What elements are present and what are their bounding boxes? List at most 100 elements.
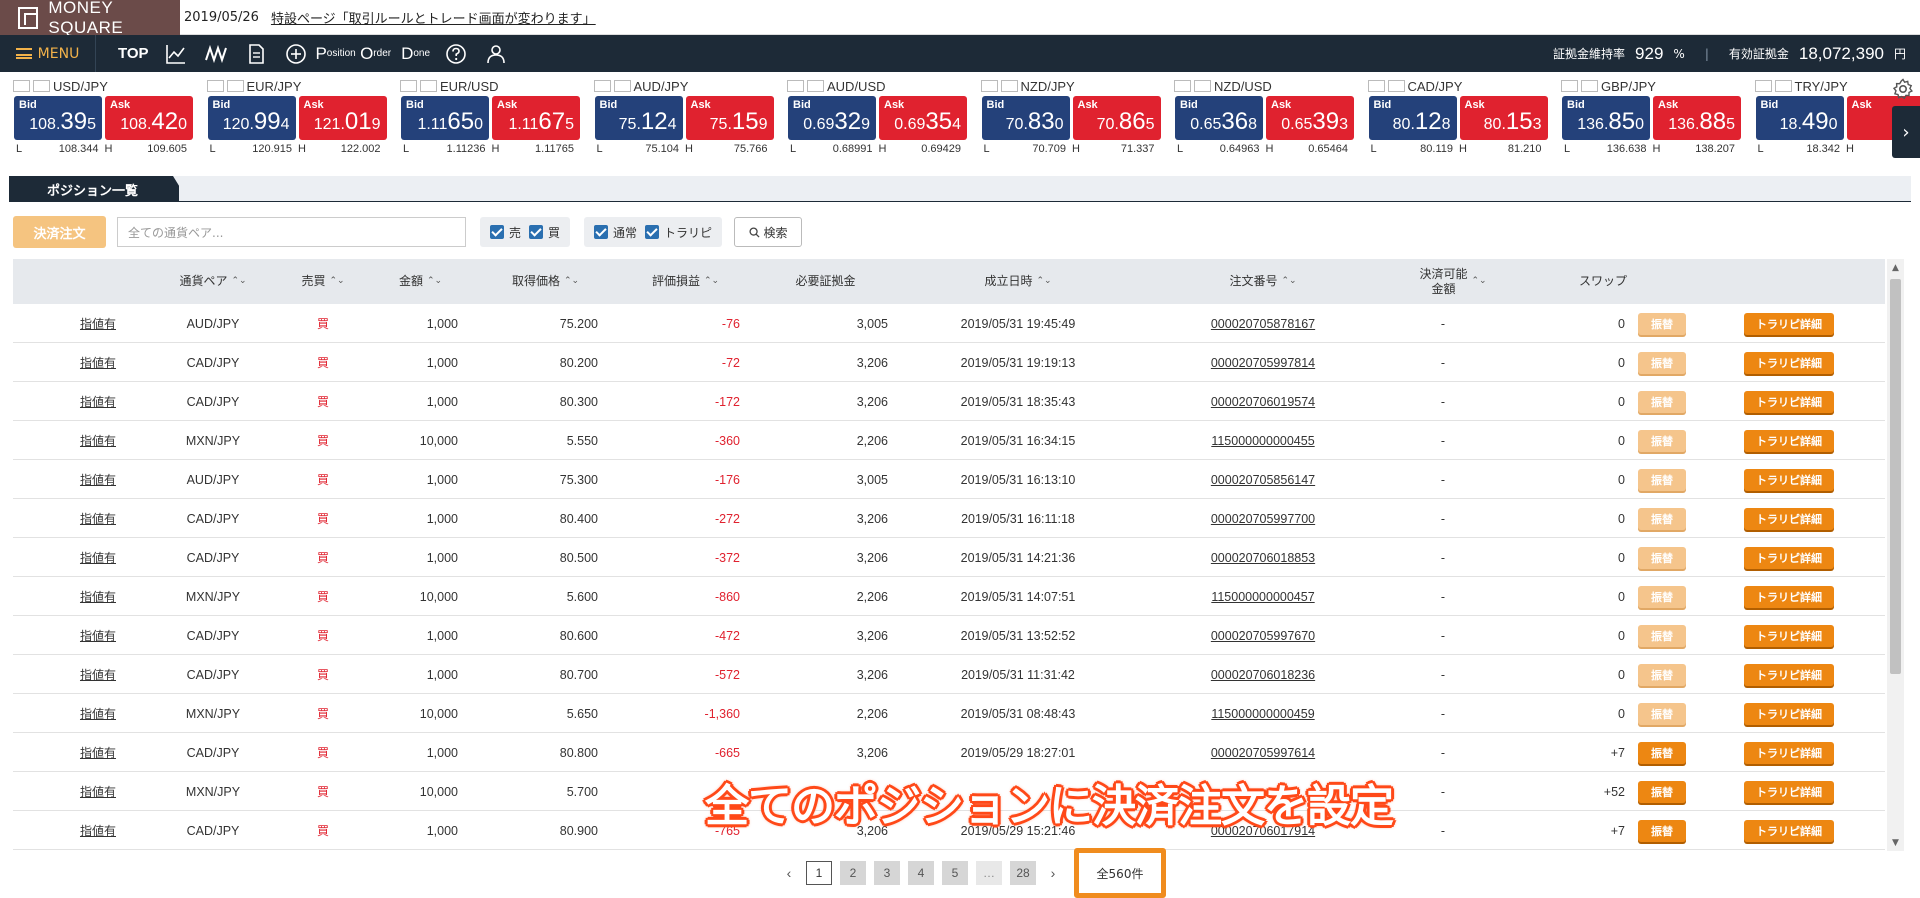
table-row[interactable]: 指値有 CAD/JPY 買 1,000 80.400 -272 3,206 2019/05/3… (13, 499, 1885, 538)
transfer-button[interactable]: 振替 (1638, 624, 1686, 647)
rate-card[interactable]: NZD/USD Bid 0.65368 Ask 0.65393 L 0.64963 H 0.65… (1161, 76, 1354, 160)
transfer-button[interactable]: 振替 (1638, 507, 1686, 530)
limit-link[interactable]: 指値有 (63, 694, 133, 733)
currency-pair-input[interactable]: 全ての通貨ペア... (117, 217, 466, 247)
rate-card[interactable]: CAD/JPY Bid 80.128 Ask 80.153 L 80.119 H 81.210 (1355, 76, 1548, 160)
order-number-link[interactable]: 000020706018853 (1163, 538, 1363, 577)
transfer-button[interactable]: 振替 (1638, 780, 1686, 803)
order-number-link[interactable]: 115000000000459 (1163, 694, 1363, 733)
bid-button[interactable]: Bid 70.830 (981, 96, 1070, 140)
table-scrollbar[interactable]: ▲ ▼ (1887, 259, 1904, 851)
rate-next-button[interactable]: › (1892, 106, 1920, 158)
transfer-button[interactable]: 振替 (1638, 429, 1686, 452)
col-pl[interactable]: 評価損益 ⌃⌄ (633, 259, 738, 304)
trap-detail-button[interactable]: トラリピ詳細 (1744, 429, 1834, 452)
table-row[interactable]: 指値有 CAD/JPY 買 1,000 80.300 -172 3,206 2019/05/3… (13, 382, 1885, 421)
rate-card[interactable]: AUD/JPY Bid 75.124 Ask 75.159 L 75.104 H 75.766 (581, 76, 774, 160)
trap-detail-button[interactable]: トラリピ詳細 (1744, 741, 1834, 764)
limit-link[interactable]: 指値有 (63, 304, 133, 343)
prev-page-icon[interactable]: ‹ (780, 861, 798, 885)
bid-button[interactable]: Bid 136.850 (1562, 96, 1650, 140)
transfer-button[interactable]: 振替 (1638, 546, 1686, 569)
rate-card[interactable]: USD/JPY Bid 108.395 Ask 108.420 L 108.344 H 109.… (0, 76, 193, 160)
page-button[interactable]: 4 (908, 861, 934, 885)
ask-button[interactable]: Ask 0.69354 (879, 96, 967, 140)
scroll-up-icon[interactable]: ▲ (1887, 259, 1904, 276)
limit-link[interactable]: 指値有 (63, 382, 133, 421)
page-button[interactable]: 3 (874, 861, 900, 885)
limit-link[interactable]: 指値有 (63, 577, 133, 616)
rate-card[interactable]: AUD/USD Bid 0.69329 Ask 0.69354 L 0.68991 H 0.69… (774, 76, 967, 160)
gear-icon[interactable] (1892, 78, 1914, 100)
transfer-button[interactable]: 振替 (1638, 819, 1686, 842)
ask-button[interactable]: Ask 80.153 (1459, 96, 1548, 140)
order-number-link[interactable]: 000020705997670 (1163, 616, 1363, 655)
order-number-link[interactable]: 000020705856147 (1163, 460, 1363, 499)
settle-order-button[interactable]: 決済注文 (13, 216, 106, 248)
table-row[interactable]: 指値有 CAD/JPY 買 1,000 80.500 -372 3,206 2019/05/3… (13, 538, 1885, 577)
user-icon[interactable] (483, 42, 509, 66)
col-side[interactable]: 売買 ⌃⌄ (293, 259, 353, 304)
limit-link[interactable]: 指値有 (63, 421, 133, 460)
table-row[interactable]: 指値有 AUD/JPY 買 1,000 75.200 -76 3,005 2019/05/31… (13, 304, 1885, 343)
transfer-button[interactable]: 振替 (1638, 585, 1686, 608)
done-icon[interactable]: Done (401, 42, 430, 66)
bid-button[interactable]: Bid 18.490 (1755, 96, 1844, 140)
help-icon[interactable] (443, 42, 469, 66)
trap-detail-button[interactable]: トラリピ詳細 (1744, 546, 1834, 569)
order-number-link[interactable]: 000020706018236 (1163, 655, 1363, 694)
order-number-link[interactable]: 115000000000455 (1163, 421, 1363, 460)
normal-checkbox[interactable]: 通常 (594, 224, 637, 241)
transfer-button[interactable]: 振替 (1638, 312, 1686, 335)
table-row[interactable]: 指値有 MXN/JPY 買 10,000 5.650 -1,360 2,206 2019/05… (13, 694, 1885, 733)
table-row[interactable]: 指値有 AUD/JPY 買 1,000 75.300 -176 3,005 2019/05/3… (13, 460, 1885, 499)
trap-detail-button[interactable]: トラリピ詳細 (1744, 312, 1834, 335)
limit-link[interactable]: 指値有 (63, 343, 133, 382)
bid-button[interactable]: Bid 0.65368 (1175, 96, 1263, 140)
sell-checkbox[interactable]: 売 (490, 224, 521, 241)
col-price[interactable]: 取得価格 ⌃⌄ (493, 259, 598, 304)
table-row[interactable]: 指値有 MXN/JPY 買 10,000 5.600 -860 2,206 2019/05/3… (13, 577, 1885, 616)
menu-button[interactable]: MENU (0, 35, 96, 72)
page-button[interactable]: 1 (806, 861, 832, 885)
col-available[interactable]: 決済可能 金額 ⌃⌄ (1398, 259, 1508, 304)
trap-checkbox[interactable]: トラリピ (645, 224, 712, 241)
transfer-button[interactable]: 振替 (1638, 663, 1686, 686)
page-button[interactable]: 5 (942, 861, 968, 885)
table-row[interactable]: 指値有 CAD/JPY 買 1,000 80.600 -472 3,206 2019/05/3… (13, 616, 1885, 655)
limit-link[interactable]: 指値有 (63, 460, 133, 499)
rate-card[interactable]: NZD/JPY Bid 70.830 Ask 70.865 L 70.709 H 71.337 (968, 76, 1161, 160)
order-number-link[interactable]: 000020705997814 (1163, 343, 1363, 382)
limit-link[interactable]: 指値有 (63, 655, 133, 694)
rate-card[interactable]: EUR/JPY Bid 120.994 Ask 121.019 L 120.915 H 122.… (194, 76, 387, 160)
trap-detail-button[interactable]: トラリピ詳細 (1744, 663, 1834, 686)
limit-link[interactable]: 指値有 (63, 499, 133, 538)
trap-detail-button[interactable]: トラリピ詳細 (1744, 585, 1834, 608)
table-row[interactable]: 指値有 CAD/JPY 買 1,000 80.800 -665 3,206 2019/05/2… (13, 733, 1885, 772)
col-amount[interactable]: 金額 ⌃⌄ (383, 259, 458, 304)
search-button[interactable]: 検索 (734, 217, 803, 247)
trap-detail-button[interactable]: トラリピ詳細 (1744, 819, 1834, 842)
limit-link[interactable]: 指値有 (63, 538, 133, 577)
limit-link[interactable]: 指値有 (63, 733, 133, 772)
ask-button[interactable]: Ask 0.65393 (1266, 96, 1354, 140)
next-page-icon[interactable]: › (1044, 861, 1062, 885)
document-icon[interactable] (243, 42, 269, 66)
bid-button[interactable]: Bid 80.128 (1368, 96, 1457, 140)
notice-link[interactable]: 特設ページ「取引ルールとトレード画面が変わります」 (271, 8, 596, 27)
position-icon[interactable]: Position (315, 42, 355, 66)
rate-card[interactable]: GBP/JPY Bid 136.850 Ask 136.885 L 136.638 H 138.… (1548, 76, 1741, 160)
transfer-button[interactable]: 振替 (1638, 351, 1686, 374)
trap-detail-button[interactable]: トラリピ詳細 (1744, 390, 1834, 413)
scroll-down-icon[interactable]: ▼ (1887, 834, 1904, 851)
rate-card[interactable]: EUR/USD Bid 1.11650 Ask 1.11675 L 1.11236 H 1.11… (387, 76, 580, 160)
transfer-button[interactable]: 振替 (1638, 702, 1686, 725)
page-button[interactable]: 28 (1010, 861, 1036, 885)
ask-button[interactable]: Ask 136.885 (1653, 96, 1741, 140)
bid-button[interactable]: Bid 108.395 (14, 96, 102, 140)
transfer-button[interactable]: 振替 (1638, 741, 1686, 764)
transfer-button[interactable]: 振替 (1638, 468, 1686, 491)
chart-icon[interactable] (163, 42, 189, 66)
table-row[interactable]: 指値有 CAD/JPY 買 1,000 80.700 -572 3,206 2019/05/3… (13, 655, 1885, 694)
ask-button[interactable]: Ask 108.420 (105, 96, 193, 140)
